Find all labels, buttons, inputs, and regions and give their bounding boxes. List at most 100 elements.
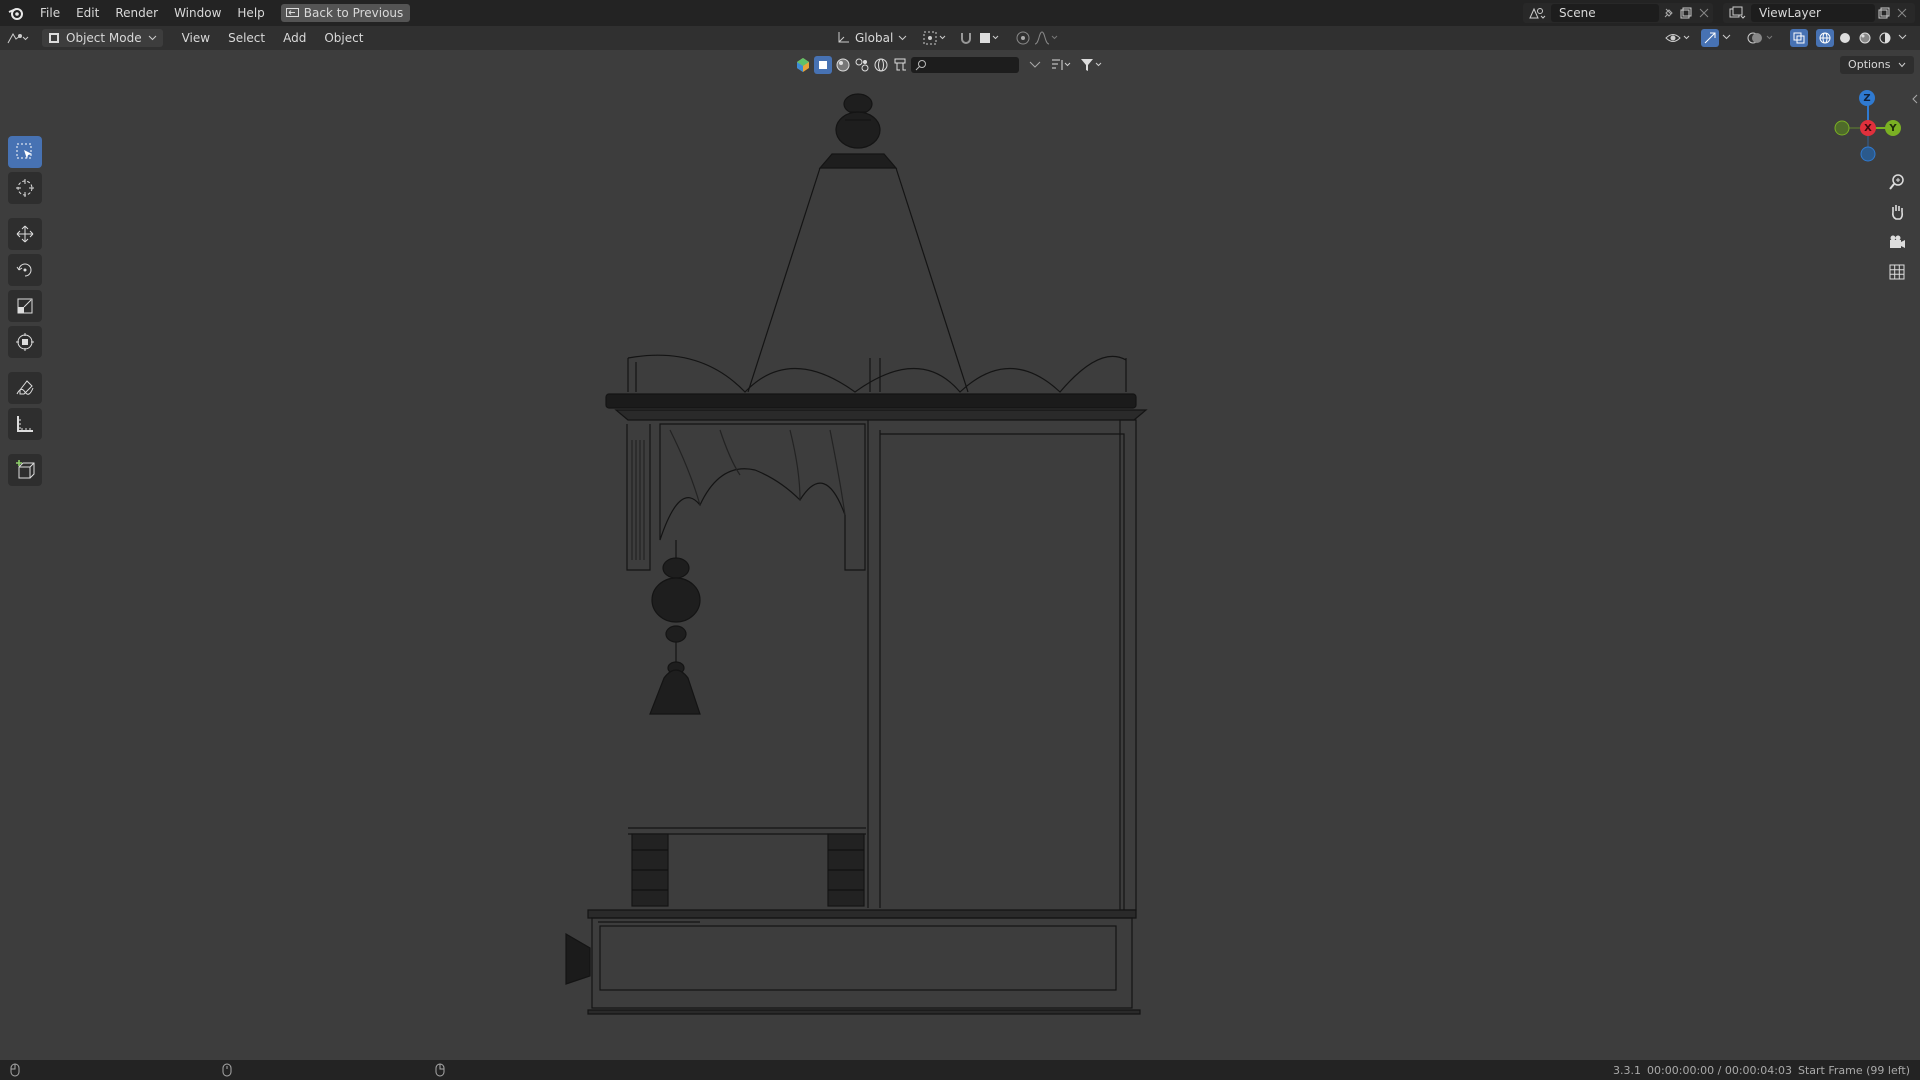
transform-tool[interactable] (8, 326, 42, 358)
mode-dropdown[interactable]: Object Mode (42, 29, 163, 47)
orientation-axes-icon (836, 31, 850, 45)
tool-shelf (8, 136, 46, 486)
measure-ruler-icon (15, 414, 35, 434)
rotate-tool[interactable] (8, 254, 42, 286)
world-filter-icon[interactable] (873, 57, 889, 73)
cursor-icon (15, 178, 35, 198)
mouse-middle-icon (222, 1063, 232, 1077)
filter-funnel-icon[interactable] (1080, 58, 1104, 72)
blender-logo-icon[interactable] (0, 0, 32, 26)
shading-mode-group (1816, 29, 1894, 47)
transform-orientation-dropdown[interactable]: Global (836, 29, 907, 47)
view-layer-selector[interactable]: ViewLayer (1723, 3, 1915, 23)
3d-viewport[interactable]: Options Z Y X (0, 50, 1920, 1060)
material-filter-icon[interactable] (835, 57, 851, 73)
select-box-tool[interactable] (8, 136, 42, 168)
options-dropdown[interactable]: Options (1840, 56, 1914, 74)
proportional-editing-icon[interactable] (1015, 30, 1031, 46)
menu-select[interactable]: Select (219, 26, 274, 50)
menu-object[interactable]: Object (315, 26, 372, 50)
new-view-layer-icon[interactable] (1875, 4, 1893, 22)
menu-file[interactable]: File (32, 0, 68, 26)
scene-selector[interactable]: Scene (1523, 3, 1713, 23)
gizmo-axis-z[interactable]: Z (1859, 90, 1875, 106)
status-bar: 3.3.1 00:00:00:00 / 00:00:04:03 Start Fr… (0, 1060, 1920, 1080)
menu-help[interactable]: Help (229, 0, 272, 26)
new-scene-icon[interactable] (1677, 4, 1695, 22)
snap-target-icon[interactable] (978, 30, 1002, 46)
pan-view-button[interactable] (1883, 198, 1911, 226)
filter-search-field[interactable] (911, 57, 1019, 73)
orthographic-toggle-button[interactable] (1883, 258, 1911, 286)
measure-tool[interactable] (8, 408, 42, 440)
orientation-label: Global (855, 31, 894, 45)
cursor-tool[interactable] (8, 172, 42, 204)
mouse-left-icon (10, 1063, 20, 1077)
falloff-icon[interactable] (1034, 30, 1060, 46)
menu-add[interactable]: Add (274, 26, 315, 50)
search-icon (915, 59, 927, 71)
viewport-filter-bar (795, 56, 1104, 74)
gizmo-toggle-icon[interactable] (1701, 29, 1719, 47)
camera-view-button[interactable] (1883, 228, 1911, 256)
move-tool[interactable] (8, 218, 42, 250)
zoom-icon (1888, 173, 1906, 191)
viewport-header: Object Mode View Select Add Object Globa… (0, 26, 1920, 50)
pin-icon[interactable] (1659, 4, 1677, 22)
solid-shading-icon[interactable] (1836, 29, 1854, 47)
delete-view-layer-icon[interactable] (1893, 4, 1911, 22)
scene-icon (1523, 6, 1551, 20)
view-layer-name-field[interactable]: ViewLayer (1751, 4, 1875, 22)
sidebar-toggle-icon[interactable] (1911, 94, 1919, 104)
scene-name-field[interactable]: Scene (1551, 4, 1659, 22)
add-cube-tool[interactable] (8, 454, 42, 486)
gizmo-axis-x[interactable]: X (1860, 120, 1876, 136)
hierarchy-filter-icon[interactable] (892, 57, 908, 73)
xray-toggle-icon[interactable] (1790, 29, 1808, 47)
shading-dropdown-icon[interactable] (1898, 34, 1907, 40)
chevron-down-icon (898, 35, 907, 41)
material-shading-icon[interactable] (1856, 29, 1874, 47)
select-object-icon[interactable] (814, 56, 832, 74)
pivot-point-icon[interactable] (923, 30, 949, 46)
version-label: 3.3.1 (1613, 1063, 1642, 1077)
rotate-icon (15, 260, 35, 280)
snap-icon[interactable] (958, 30, 974, 46)
sort-list-icon[interactable] (1051, 58, 1073, 72)
grid-icon (1888, 263, 1906, 281)
add-cube-icon (15, 460, 35, 480)
overlays-icon[interactable] (1747, 30, 1777, 46)
annotate-tool[interactable] (8, 372, 42, 404)
mode-label: Object Mode (66, 31, 142, 45)
view-layer-icon (1723, 6, 1751, 20)
zoom-view-button[interactable] (1883, 168, 1911, 196)
menu-view[interactable]: View (173, 26, 219, 50)
wireframe-shading-icon[interactable] (1816, 29, 1834, 47)
annotate-pencil-icon (15, 378, 35, 398)
visibility-icon[interactable] (1665, 30, 1693, 46)
options-label: Options (1848, 58, 1891, 71)
delete-scene-icon[interactable] (1695, 4, 1713, 22)
gizmo-dropdown-icon[interactable] (1722, 34, 1731, 40)
scale-tool[interactable] (8, 290, 42, 322)
back-to-previous-button[interactable]: Back to Previous (280, 4, 411, 22)
scene-collection-icon[interactable] (795, 57, 811, 73)
wireframe-model (565, 93, 1148, 1015)
mouse-right-icon (435, 1063, 445, 1077)
rendered-shading-icon[interactable] (1876, 29, 1894, 47)
editor-type-icon[interactable] (0, 26, 36, 50)
scale-icon (15, 296, 35, 316)
menu-render[interactable]: Render (107, 0, 166, 26)
chevron-down-icon[interactable] (1028, 60, 1042, 70)
menu-edit[interactable]: Edit (68, 0, 107, 26)
texture-filter-icon[interactable] (854, 57, 870, 73)
camera-icon (1888, 233, 1906, 251)
frame-info-label: Start Frame (99 left) (1797, 1063, 1910, 1077)
back-button-label: Back to Previous (303, 6, 404, 20)
timecode-label: 00:00:00:00 / 00:00:04:03 (1647, 1063, 1792, 1077)
object-mode-icon (48, 32, 60, 44)
status-info: 3.3.1 00:00:00:00 / 00:00:04:03 Start Fr… (1613, 1064, 1910, 1077)
top-bar: File Edit Render Window Help Back to Pre… (0, 0, 1920, 26)
gizmo-axis-y[interactable]: Y (1885, 120, 1901, 136)
menu-window[interactable]: Window (166, 0, 229, 26)
